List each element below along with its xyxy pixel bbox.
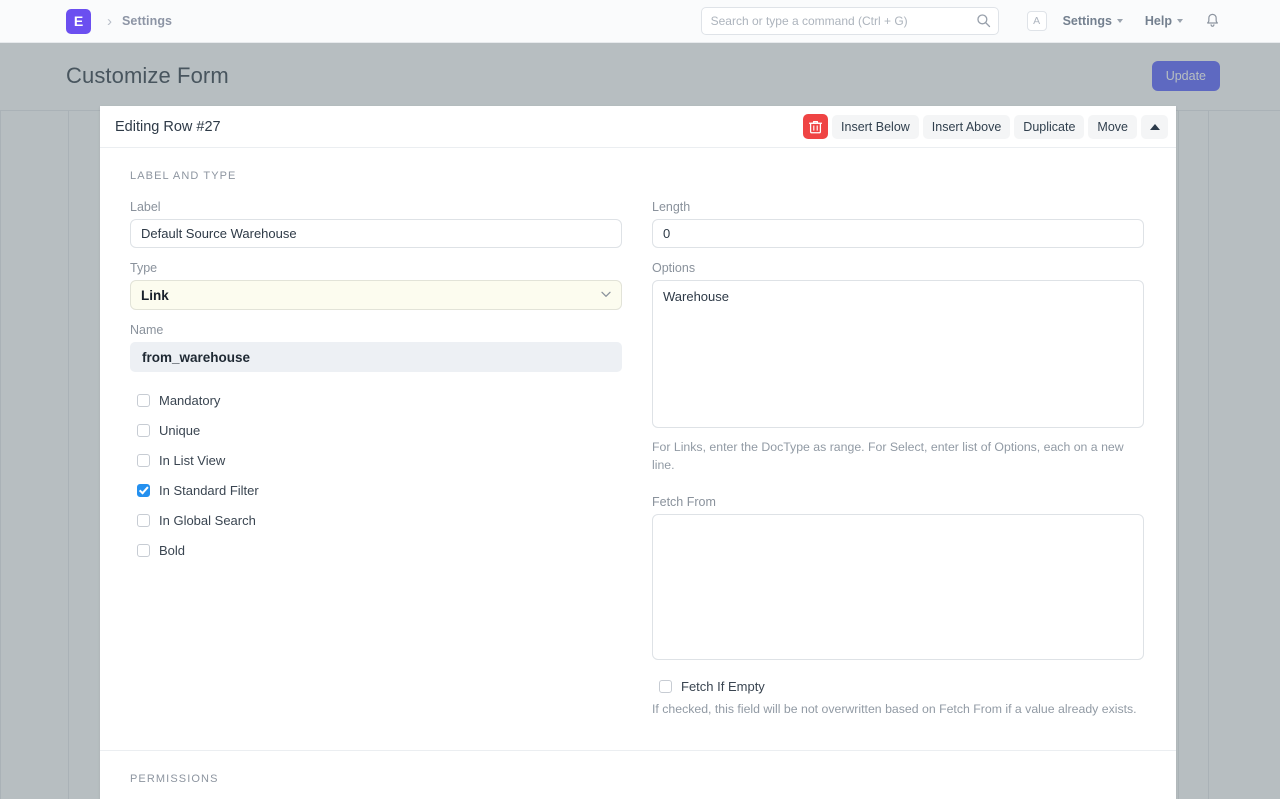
- navbar-right: A Settings Help: [700, 7, 1280, 35]
- trash-icon: [809, 120, 823, 133]
- checkbox-label: In Standard Filter: [159, 482, 259, 498]
- field-name: Name: [130, 323, 622, 372]
- app-logo[interactable]: E: [66, 8, 91, 34]
- collapse-row-button[interactable]: [1141, 114, 1168, 139]
- fetch-from-textarea[interactable]: [652, 513, 1144, 660]
- checkbox-label: Fetch If Empty: [681, 678, 765, 694]
- checkbox-row-unique[interactable]: Unique: [130, 415, 622, 445]
- checkbox-label: Unique: [159, 422, 201, 438]
- field-label-caption: Label: [130, 200, 161, 214]
- form-column-left: Label Type Name: [130, 200, 622, 718]
- in-standard-filter-checkbox[interactable]: [137, 483, 150, 497]
- field-name-caption: Name: [130, 323, 164, 337]
- type-select-wrap: [130, 280, 622, 310]
- chevron-up-icon: [1149, 123, 1160, 130]
- editing-row-card: Editing Row #27 Insert Below Insert Abov…: [100, 106, 1176, 799]
- section-label-permissions: PERMISSIONS: [130, 773, 219, 785]
- nav-dropdown-help[interactable]: Help: [1145, 14, 1183, 28]
- checkbox-label: Mandatory: [159, 392, 221, 408]
- checkbox-row-in-standard-filter[interactable]: In Standard Filter: [130, 475, 622, 505]
- mandatory-checkbox[interactable]: [137, 393, 150, 407]
- delete-row-button[interactable]: [803, 114, 829, 139]
- breadcrumb-item-settings[interactable]: Settings: [122, 14, 172, 28]
- move-button[interactable]: Move: [1088, 114, 1137, 139]
- field-fetch-from-caption: Fetch From: [652, 494, 716, 509]
- field-options: Options Warehouse For Links, enter the D…: [652, 261, 1144, 475]
- navbar-left: E › Settings: [0, 8, 172, 34]
- field-flags-list: Mandatory Unique In List View In Standar…: [130, 385, 622, 565]
- breadcrumb-separator-icon: ›: [107, 12, 112, 30]
- nav-dropdown-settings[interactable]: Settings: [1063, 14, 1123, 28]
- in-global-search-checkbox[interactable]: [137, 513, 150, 527]
- fetch-if-empty-help-text: If checked, this field will be not overw…: [652, 701, 1137, 716]
- nav-dropdown-help-label: Help: [1144, 14, 1172, 28]
- form-columns: Label Type Name: [130, 200, 1146, 718]
- in-list-view-checkbox[interactable]: [137, 453, 150, 467]
- checkbox-row-bold[interactable]: Bold: [130, 535, 622, 565]
- insert-below-button[interactable]: Insert Below: [832, 114, 919, 139]
- checkbox-row-in-list-view[interactable]: In List View: [130, 445, 622, 475]
- length-input[interactable]: [652, 219, 1144, 248]
- field-length-caption: Length: [652, 200, 691, 214]
- checkbox-row-fetch-if-empty[interactable]: Fetch If Empty: [652, 679, 1144, 694]
- editing-row-body: LABEL AND TYPE Label Type: [100, 148, 1176, 718]
- bold-checkbox[interactable]: [137, 543, 150, 557]
- search-box[interactable]: [700, 7, 999, 35]
- checkbox-label: Bold: [159, 542, 186, 558]
- field-type-caption: Type: [130, 261, 158, 275]
- checkbox-label: In List View: [159, 452, 226, 468]
- section-label-label-and-type: LABEL AND TYPE: [130, 170, 237, 182]
- navbar: E › Settings A Settings Help: [0, 0, 1280, 43]
- checkbox-row-mandatory[interactable]: Mandatory: [130, 385, 622, 415]
- editing-row-actions: Insert Below Insert Above Duplicate Move: [803, 114, 1176, 139]
- type-select[interactable]: [130, 280, 622, 310]
- checkbox-label: In Global Search: [159, 512, 256, 528]
- field-length: Length: [652, 200, 1144, 248]
- field-options-caption: Options: [652, 261, 696, 275]
- unique-checkbox[interactable]: [137, 423, 150, 437]
- label-input[interactable]: [130, 219, 622, 248]
- nav-dropdown-settings-label: Settings: [1062, 14, 1112, 28]
- chevron-down-icon: [1177, 19, 1183, 23]
- fetch-if-empty-checkbox[interactable]: [659, 679, 672, 693]
- insert-above-button[interactable]: Insert Above: [922, 114, 1011, 139]
- field-label: Label: [130, 200, 622, 248]
- chevron-down-icon: [1116, 19, 1123, 23]
- duplicate-button[interactable]: Duplicate: [1014, 114, 1085, 139]
- avatar[interactable]: A: [1026, 11, 1047, 31]
- editing-row-header: Editing Row #27 Insert Below Insert Abov…: [100, 106, 1176, 148]
- checkbox-row-in-global-search[interactable]: In Global Search: [130, 505, 622, 535]
- editing-row-title: Editing Row #27: [115, 118, 221, 135]
- name-input[interactable]: [130, 342, 622, 372]
- field-fetch-from: Fetch From: [652, 495, 1144, 665]
- bell-icon[interactable]: [1205, 13, 1220, 29]
- field-type: Type: [130, 261, 622, 310]
- options-help-text: For Links, enter the DocType as range. F…: [652, 440, 1124, 472]
- card-section-divider: [100, 750, 1176, 751]
- form-column-right: Length Options Warehouse For Links, ente…: [652, 200, 1144, 718]
- options-textarea[interactable]: Warehouse: [652, 280, 1144, 428]
- search-input[interactable]: [700, 7, 999, 35]
